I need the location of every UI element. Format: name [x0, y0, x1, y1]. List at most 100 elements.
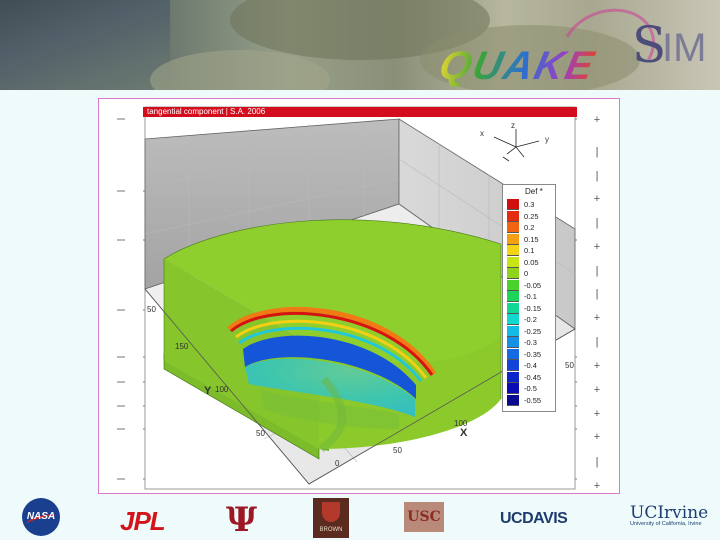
legend-label: -0.3 — [524, 338, 537, 347]
right-tick-column: + | | + | + | | + | + + + + | + — [589, 109, 613, 492]
legend-label: 0.05 — [524, 257, 539, 267]
x-axis-title: X — [460, 427, 468, 439]
plus-tick: + — [593, 431, 601, 443]
legend-entry: -0.15 — [507, 302, 555, 314]
bar-tick: | — [595, 288, 599, 300]
brown-shield-icon — [322, 502, 340, 522]
color-legend: Def * 0.3 0.25 0.2 0.15 0.1 0.05 0 -0.05 -0.1 -0.… — [502, 184, 556, 412]
plus-tick: + — [593, 408, 601, 420]
legend-swatch — [507, 337, 519, 348]
legend-label: -0.55 — [524, 395, 542, 405]
legend-label: 0.25 — [524, 211, 539, 221]
ucirvine-logo: UCIrvine University of California, Irvin… — [630, 503, 708, 527]
jpl-logo: JPL — [120, 506, 166, 536]
y-tick-100: 100 — [215, 385, 229, 394]
legend-entry: 0.2 — [507, 222, 555, 233]
bar-tick: | — [595, 265, 599, 277]
legend-entry: 0.3 — [507, 199, 555, 210]
legend-entry: -0.35 — [507, 348, 555, 360]
legend-title: Def * — [525, 187, 543, 196]
plot-title-bar: tangential component | S.A. 2006 — [143, 107, 577, 117]
legend-entry: -0.2 — [507, 314, 555, 325]
legend-entry: -0.5 — [507, 383, 555, 394]
usc-logo: USC — [404, 502, 444, 532]
legend-label: 0.2 — [524, 223, 535, 232]
ucdavis-logo-davis: DAVIS — [522, 510, 568, 527]
legend-swatch — [507, 210, 519, 222]
orient-z-label: z — [511, 121, 515, 130]
bar-tick: | — [595, 456, 599, 468]
legend-label: -0.2 — [524, 315, 537, 324]
legend-swatch — [507, 325, 519, 337]
ucirvine-subtitle: University of California, Irvine — [630, 521, 702, 527]
ucdavis-logo: UCDAVIS — [500, 510, 568, 528]
orient-x-label: x — [480, 129, 484, 138]
legend-label: -0.5 — [524, 384, 537, 393]
x-tick-0: 0 — [335, 459, 340, 468]
legend-swatch — [507, 314, 519, 325]
legend-swatch — [507, 302, 519, 314]
legend-swatch — [507, 199, 519, 210]
legend-entry: -0.55 — [507, 394, 555, 406]
ucirvine-logo-text: UCIrvine — [630, 503, 709, 523]
plus-tick: + — [593, 480, 601, 492]
y-tick-150: 150 — [175, 342, 189, 351]
legend-label: -0.45 — [524, 372, 542, 382]
legend-swatch — [507, 245, 519, 256]
simulation-figure: x z y 150 100 50 Y 0 50 100 X 50 50 tang… — [98, 98, 620, 494]
legend-swatch — [507, 279, 519, 291]
legend-swatch — [507, 256, 519, 268]
y-axis-title: Y — [204, 385, 212, 397]
legend-label: -0.05 — [524, 280, 542, 290]
legend-label: 0.3 — [524, 200, 535, 209]
legend-entry: 0.15 — [507, 233, 555, 245]
partner-logos: NASA JPL Ψ BROWN USC UCDAVIS UCIrvine Un… — [0, 494, 720, 540]
legend-swatch — [507, 394, 519, 406]
logo-quake-text: QUAKE — [435, 44, 600, 88]
legend-swatch — [507, 383, 519, 394]
left-tick-label: 50 — [147, 305, 156, 314]
legend-label: 0.1 — [524, 246, 535, 255]
legend-swatch — [507, 371, 519, 383]
legend-swatch — [507, 222, 519, 233]
orient-y-label: y — [545, 135, 549, 144]
legend-label: 0 — [524, 269, 529, 278]
legend-swatch — [507, 348, 519, 360]
legend-entry: -0.1 — [507, 291, 555, 302]
usc-logo-text: USC — [407, 509, 441, 525]
plus-tick: + — [593, 241, 601, 253]
legend-swatch — [507, 268, 519, 279]
indiana-university-logo: Ψ — [226, 500, 258, 540]
legend-entry: 0 — [507, 268, 555, 279]
plus-tick: + — [593, 312, 601, 324]
brown-logo-text: BROWN — [319, 527, 343, 533]
legend-label: -0.4 — [524, 361, 537, 370]
quakesim-logo: QUAKE S IM — [435, 0, 720, 90]
legend-entry: -0.45 — [507, 371, 555, 383]
legend-label: -0.1 — [524, 292, 537, 301]
legend-label: -0.15 — [524, 303, 542, 313]
legend-entry: 0.25 — [507, 210, 555, 222]
legend-entry: -0.3 — [507, 337, 555, 348]
bar-tick: | — [595, 146, 599, 158]
bar-tick: | — [595, 336, 599, 348]
legend-swatch — [507, 360, 519, 371]
y-tick-50: 50 — [256, 429, 265, 438]
nasa-logo: NASA — [22, 498, 60, 536]
plus-tick: + — [593, 360, 601, 372]
legend-entry: 0.05 — [507, 256, 555, 268]
plus-tick: + — [593, 193, 601, 205]
plus-tick: + — [593, 384, 601, 396]
nasa-logo-text: NASA — [26, 511, 56, 522]
legend-entry: -0.25 — [507, 325, 555, 337]
legend-entry: -0.4 — [507, 360, 555, 371]
legend-label: 0.15 — [524, 234, 539, 244]
bar-tick: | — [595, 170, 599, 182]
legend-entry: -0.05 — [507, 279, 555, 291]
header-banner: QUAKE S IM — [0, 0, 720, 90]
aerial-coast-image — [0, 0, 170, 90]
legend-swatch — [507, 233, 519, 245]
plus-tick: + — [593, 114, 601, 126]
logo-im-text: IM — [662, 26, 707, 70]
legend-entry: 0.1 — [507, 245, 555, 256]
